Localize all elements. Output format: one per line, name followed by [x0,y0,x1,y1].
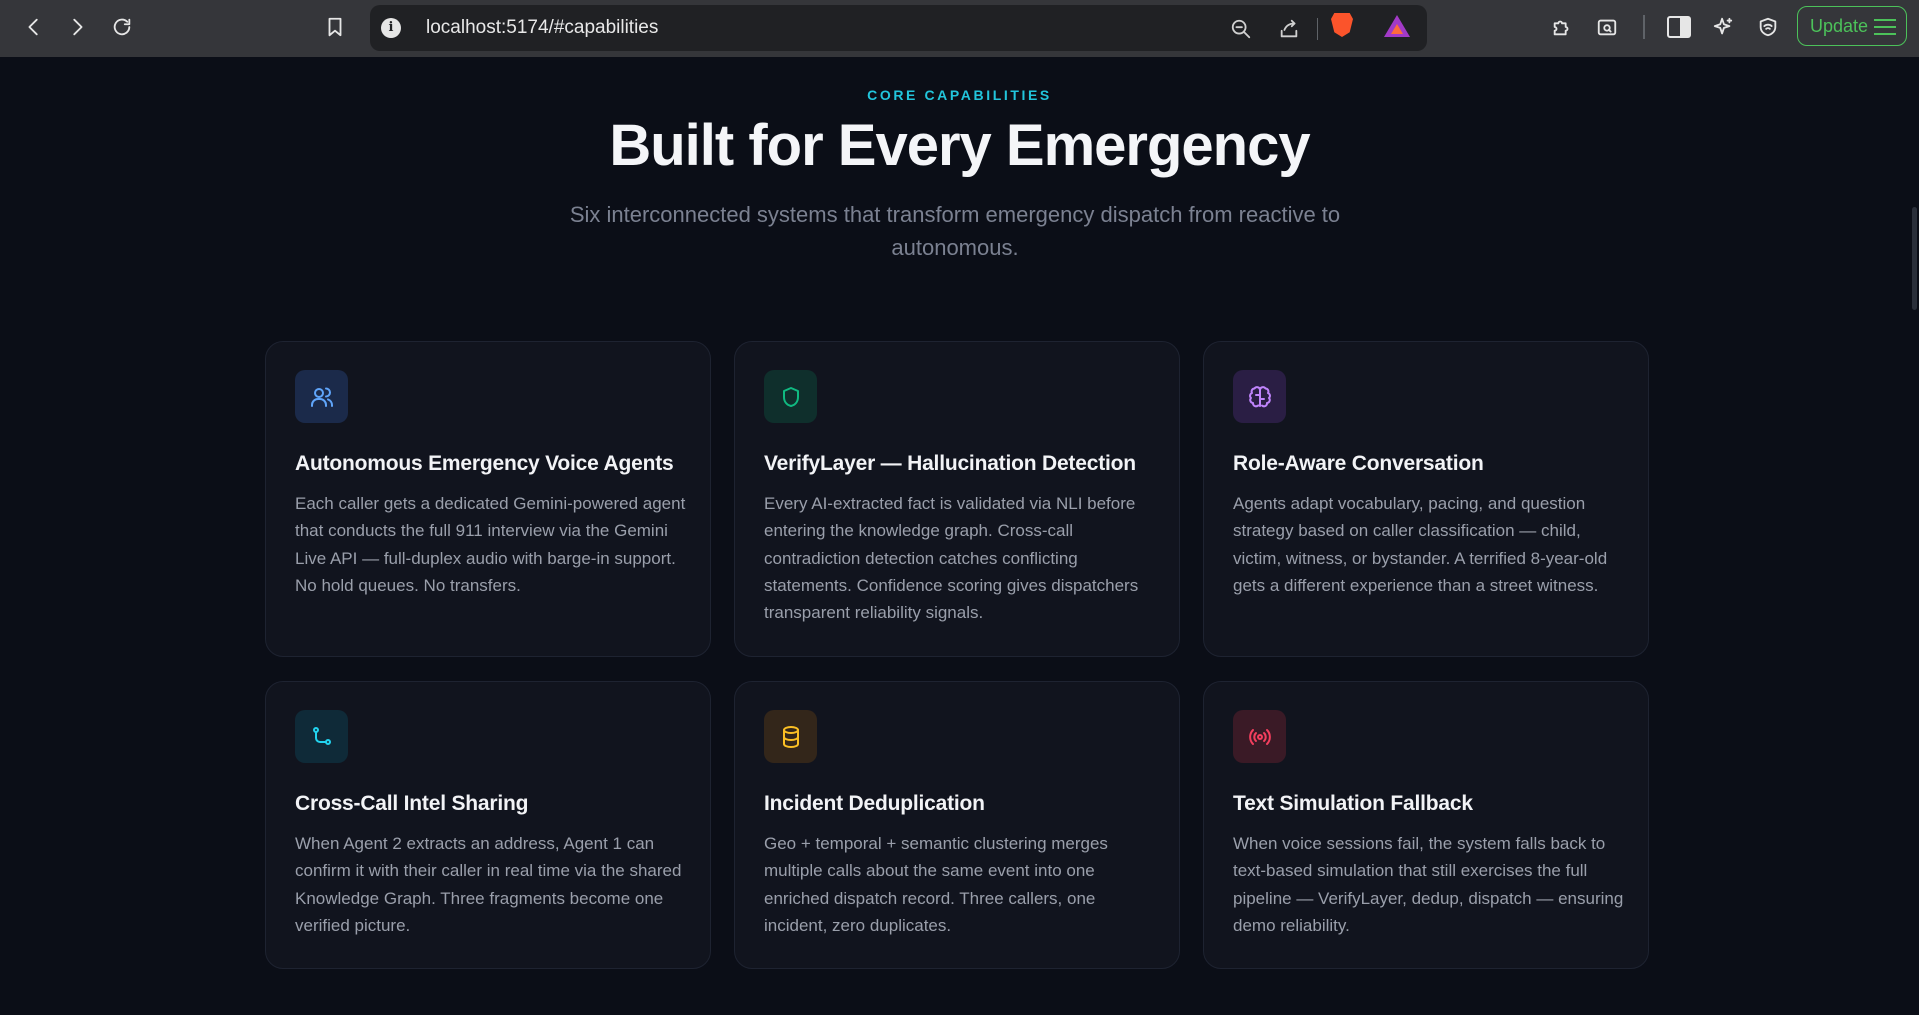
card-description: When Agent 2 extracts an address, Agent … [295,834,682,935]
capability-card: VerifyLayer — Hallucination Detection Ev… [734,341,1180,657]
capability-card: Cross-Call Intel Sharing When Agent 2 ex… [265,681,711,969]
address-bar[interactable]: localhost:5174/#capabilities [370,5,1427,51]
users-icon [310,387,333,407]
chevron-left-icon [28,18,38,36]
radio-icon [1248,728,1271,745]
section-subtitle: Six interconnected systems that transfor… [569,202,1341,260]
chevron-right-icon [73,18,83,36]
toolbar-divider [1643,15,1645,39]
card-icon-box [1233,710,1286,763]
brave-rewards-icon[interactable] [1384,15,1410,37]
section-eyebrow: CORE CAPABILITIES [867,87,1052,103]
card-title: Autonomous Emergency Voice Agents [295,452,674,475]
tab-search-button[interactable] [1590,10,1624,44]
card-description: Every AI-extracted fact is validated via… [764,494,1139,623]
extensions-button[interactable] [1545,10,1579,44]
capability-card: Text Simulation Fallback When voice sess… [1203,681,1649,969]
leo-ai-button[interactable] [1706,10,1740,44]
card-description: When voice sessions fail, the system fal… [1233,834,1624,935]
card-icon-box [764,710,817,763]
tab-search-icon [1597,19,1617,36]
capability-card: Role-Aware Conversation Agents adapt voc… [1203,341,1649,657]
url-text[interactable]: localhost:5174/#capabilities [426,17,658,39]
card-description: Each caller gets a dedicated Gemini-powe… [295,494,686,595]
bookmark-icon [328,17,342,37]
reload-icon [113,18,131,36]
card-description: Geo + temporal + semantic clustering mer… [764,834,1108,935]
reload-button[interactable] [105,10,139,44]
sidebar-toggle-icon[interactable] [1667,16,1691,38]
brain-icon [1248,385,1271,407]
vpn-button[interactable] [1751,10,1785,44]
scrollbar-thumb[interactable] [1912,207,1917,310]
share-icon[interactable] [1276,16,1302,42]
update-label: Update [1810,15,1869,36]
card-icon-box [764,370,817,423]
zoom-out-icon[interactable] [1228,16,1254,42]
shield-icon [782,386,799,407]
capability-card: Autonomous Emergency Voice Agents Each c… [265,341,711,657]
card-title: Incident Deduplication [764,792,985,815]
card-description: Agents adapt vocabulary, pacing, and que… [1233,494,1608,595]
card-icon-box [1233,370,1286,423]
address-bar-divider [1317,18,1318,40]
card-icon-box [295,710,348,763]
vpn-shield-icon [1759,17,1777,37]
card-icon-box [295,370,348,423]
site-info-icon[interactable] [381,18,401,38]
menu-icon [1874,19,1896,35]
puzzle-icon [1553,20,1569,36]
card-title: Text Simulation Fallback [1233,792,1473,815]
database-icon [782,725,799,748]
card-title: Cross-Call Intel Sharing [295,792,529,815]
update-button[interactable]: Update [1797,6,1907,46]
card-title: VerifyLayer — Hallucination Detection [764,452,1136,475]
section-title: Built for Every Emergency [609,113,1310,178]
sparkle-icon [1713,17,1733,35]
forward-button[interactable] [60,10,94,44]
card-title: Role-Aware Conversation [1233,452,1484,475]
back-button[interactable] [17,10,51,44]
capability-card: Incident Deduplication Geo + temporal + … [734,681,1180,969]
browser-toolbar: localhost:5174/#capabilities Update [0,0,1919,57]
bookmark-button[interactable] [318,10,352,44]
git-branch-icon [312,726,331,745]
